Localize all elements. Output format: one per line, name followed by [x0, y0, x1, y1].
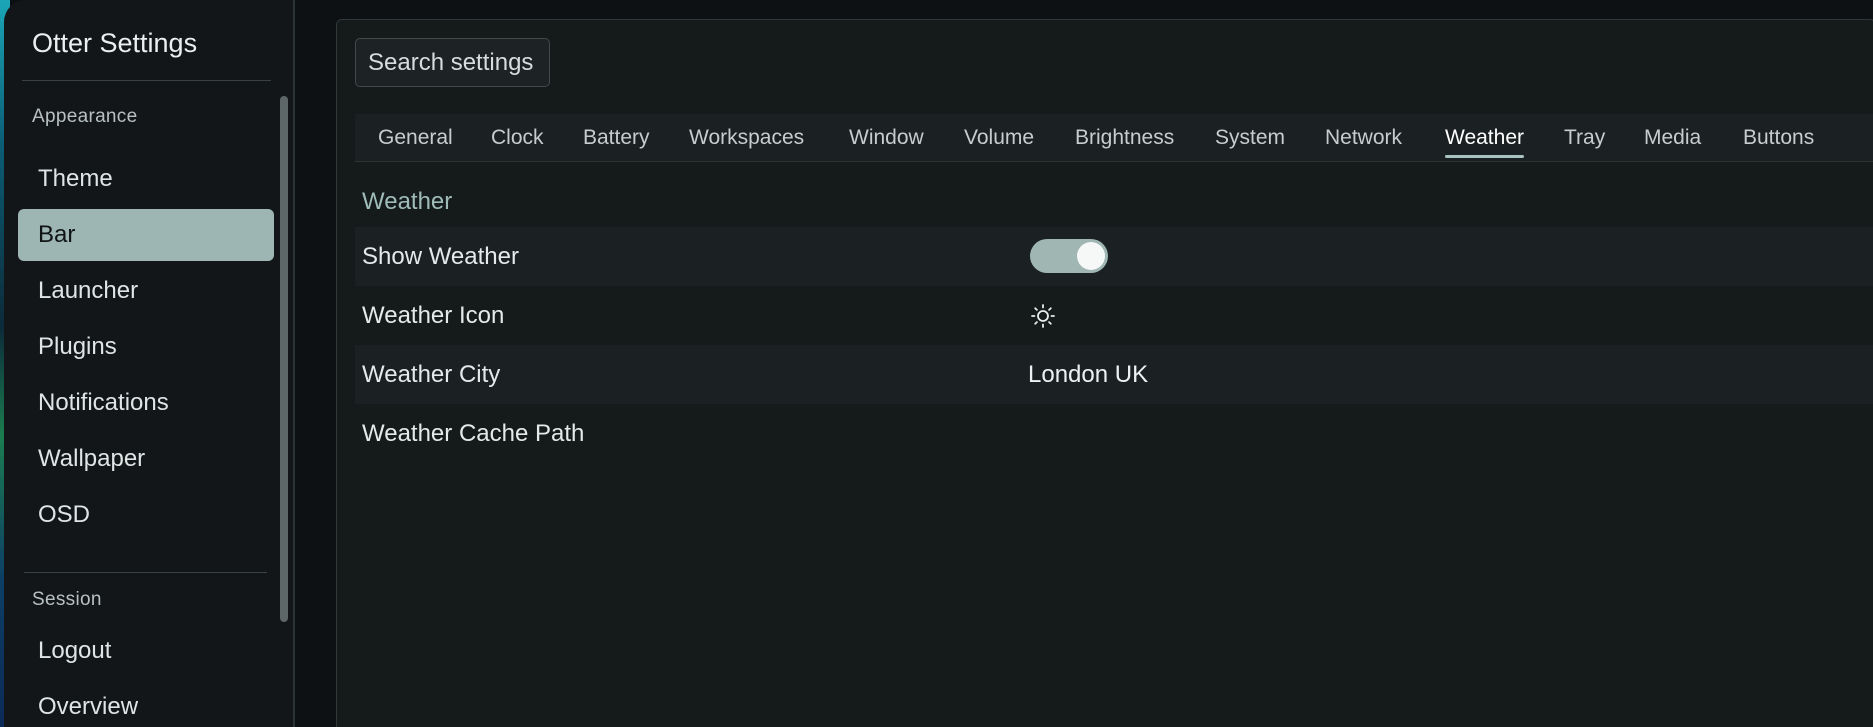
- sidebar-divider: [24, 572, 267, 573]
- section-title: Weather: [362, 188, 453, 215]
- tab-network[interactable]: Network: [1325, 114, 1402, 162]
- settings-window: Otter Settings Appearance Theme Bar Laun…: [0, 0, 1873, 727]
- sidebar-scroll-thumb[interactable]: [280, 96, 288, 622]
- sidebar-item-wallpaper[interactable]: Wallpaper: [18, 433, 274, 485]
- setting-label: Show Weather: [362, 243, 519, 270]
- tab-buttons[interactable]: Buttons: [1743, 114, 1814, 162]
- setting-row-show-weather: Show Weather: [355, 227, 1873, 286]
- tab-bar: General Clock Battery Workspaces Window …: [355, 114, 1873, 162]
- tab-system[interactable]: System: [1215, 114, 1285, 162]
- sidebar-item-osd[interactable]: OSD: [18, 489, 274, 541]
- sidebar-divider: [22, 80, 271, 81]
- search-input[interactable]: [356, 39, 549, 86]
- setting-label: Weather Icon: [362, 302, 505, 329]
- sidebar-group-session: Session: [32, 589, 102, 610]
- weather-city-field[interactable]: London UK: [1028, 345, 1148, 404]
- show-weather-toggle[interactable]: [1030, 239, 1108, 273]
- tab-workspaces[interactable]: Workspaces: [689, 114, 804, 162]
- active-tab-indicator: [1445, 155, 1524, 158]
- sidebar-item-logout[interactable]: Logout: [18, 625, 274, 677]
- tab-general[interactable]: General: [378, 114, 453, 162]
- sidebar-item-bar[interactable]: Bar: [18, 209, 274, 261]
- tab-volume[interactable]: Volume: [964, 114, 1034, 162]
- tab-window[interactable]: Window: [849, 114, 924, 162]
- tab-clock[interactable]: Clock: [491, 114, 544, 162]
- sidebar-item-overview[interactable]: Overview: [18, 681, 274, 727]
- search-box[interactable]: [355, 38, 550, 87]
- sidebar-item-theme[interactable]: Theme: [18, 153, 274, 205]
- sidebar: Otter Settings Appearance Theme Bar Laun…: [4, 0, 295, 727]
- setting-row-weather-icon: Weather Icon: [355, 286, 1873, 345]
- setting-label: Weather Cache Path: [362, 420, 585, 447]
- sidebar-scrollbar[interactable]: [279, 96, 289, 727]
- sidebar-item-plugins[interactable]: Plugins: [18, 321, 274, 373]
- sidebar-item-launcher[interactable]: Launcher: [18, 265, 274, 317]
- tab-brightness[interactable]: Brightness: [1075, 114, 1174, 162]
- tab-tray[interactable]: Tray: [1564, 114, 1605, 162]
- sidebar-item-notifications[interactable]: Notifications: [18, 377, 274, 429]
- tab-media[interactable]: Media: [1644, 114, 1701, 162]
- tab-weather-label: Weather: [1445, 126, 1524, 149]
- sidebar-group-appearance: Appearance: [32, 106, 138, 127]
- sun-icon[interactable]: [1030, 303, 1056, 329]
- setting-row-weather-cache-path: Weather Cache Path: [355, 404, 1873, 463]
- tab-battery[interactable]: Battery: [583, 114, 650, 162]
- tab-weather[interactable]: Weather: [1445, 114, 1524, 162]
- setting-label: Weather City: [362, 361, 501, 388]
- app-title: Otter Settings: [32, 28, 198, 58]
- setting-row-weather-city: Weather City London UK: [355, 345, 1873, 404]
- toggle-knob: [1077, 242, 1105, 270]
